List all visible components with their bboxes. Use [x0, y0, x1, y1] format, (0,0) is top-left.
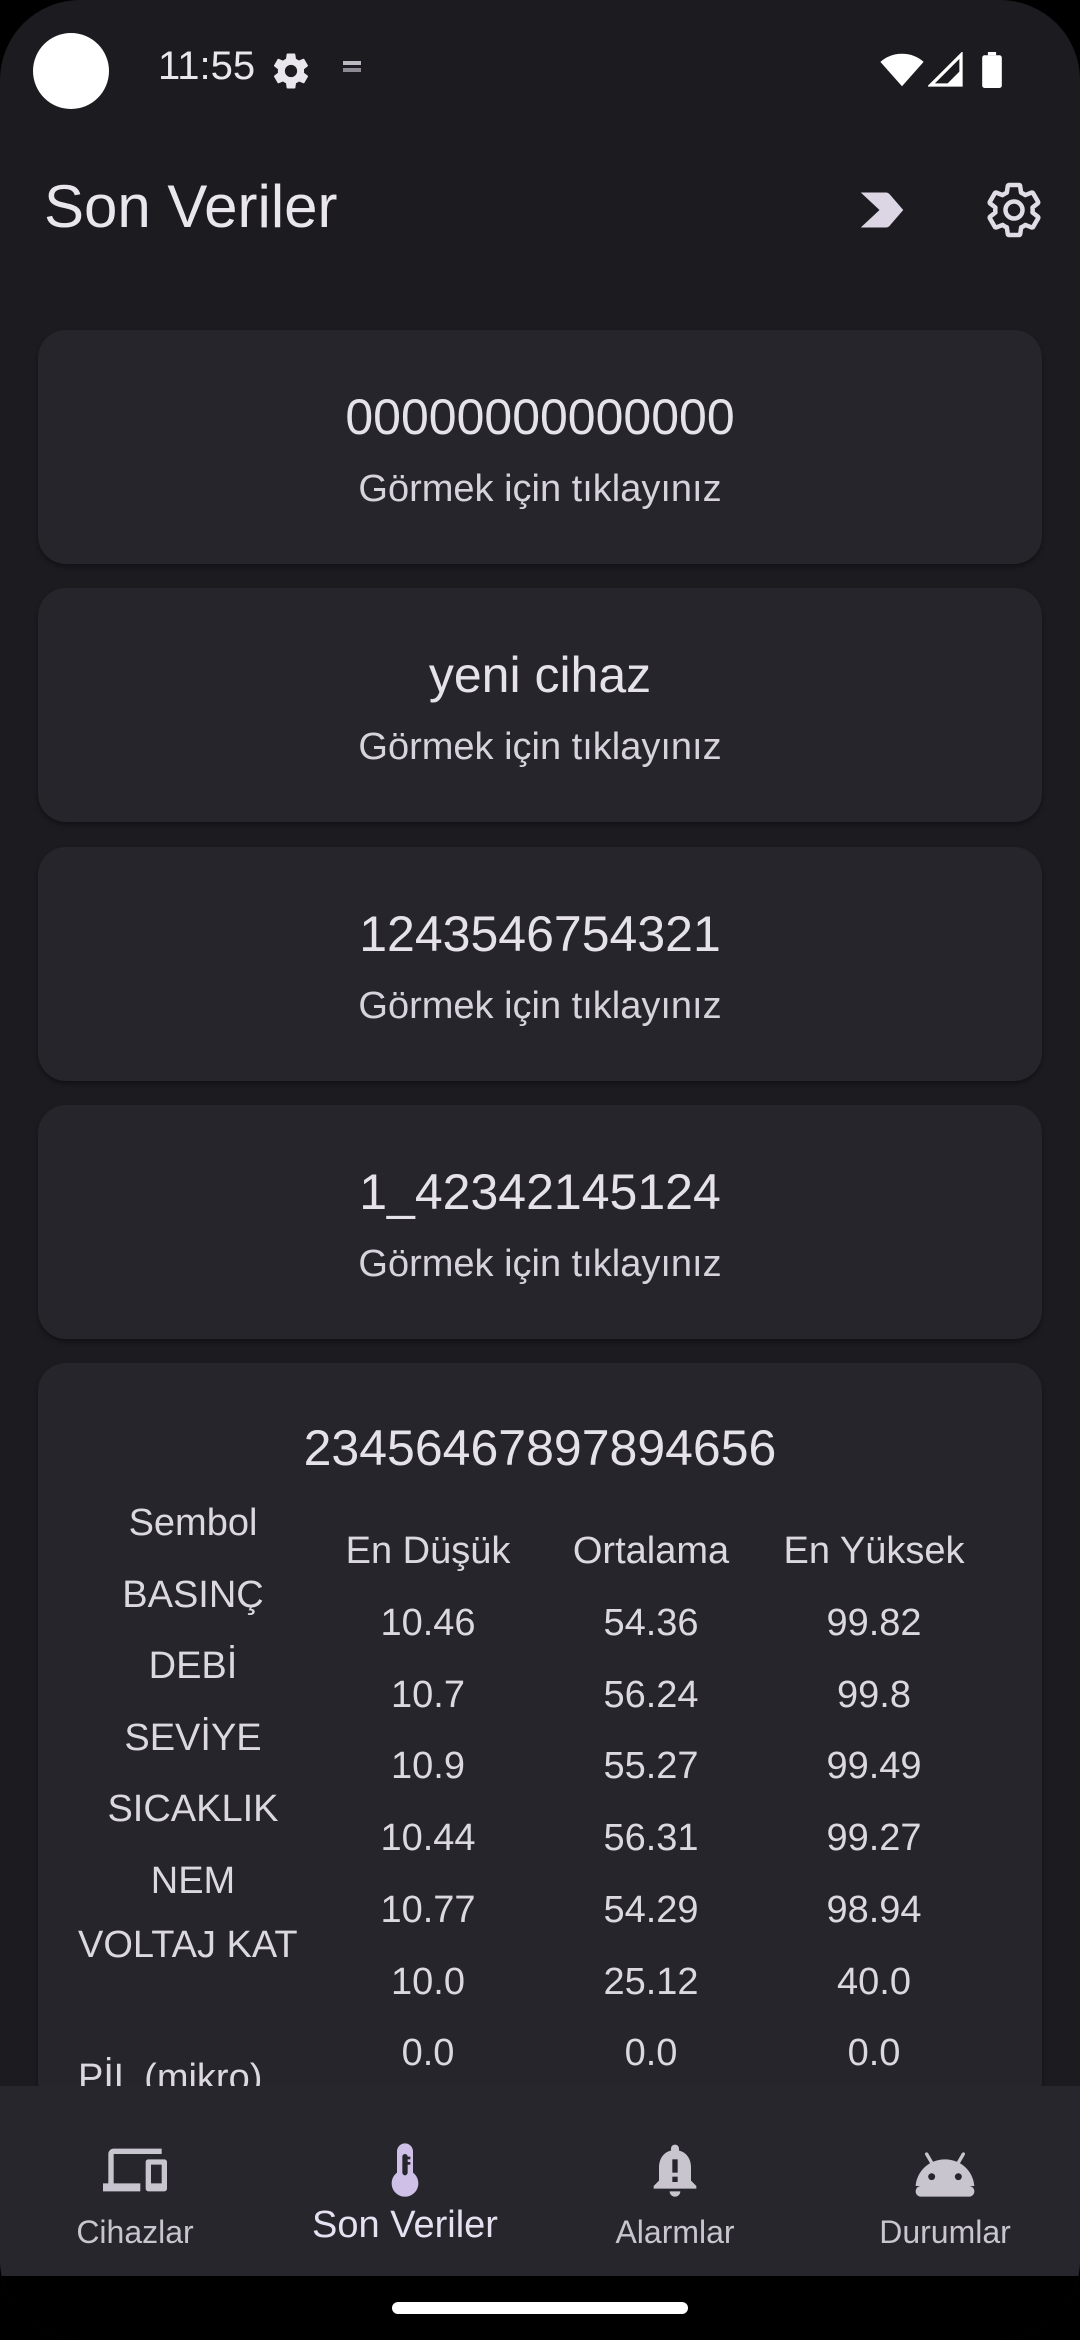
- device-name: 1243546754321: [359, 906, 721, 962]
- device-card[interactable]: yeni cihaz Görmek için tıklayınız: [38, 588, 1042, 822]
- nav-label: Son Veriler: [312, 2204, 498, 2246]
- device-name: 00000000000000: [345, 389, 735, 445]
- device-hint: Görmek için tıklayınız: [358, 985, 722, 1027]
- max-value: 99.82: [826, 1602, 922, 1644]
- avg-header: Ortalama: [572, 1530, 730, 1572]
- min-header: En Düşük: [345, 1530, 511, 1572]
- battery-icon: [982, 52, 1002, 88]
- page-title: Son Veriler: [44, 173, 338, 240]
- nav-item-durumlar[interactable]: Durumlar: [810, 2086, 1080, 2276]
- device-hint: Görmek için tıklayınız: [358, 726, 722, 768]
- max-value: 0.0: [847, 2032, 901, 2074]
- min-value: 0.0: [401, 2032, 455, 2074]
- cell-signal-icon: [928, 52, 963, 87]
- android-icon: [915, 2152, 975, 2197]
- symbol-header: Sembol: [128, 1502, 258, 1544]
- min-value: 10.0: [391, 1961, 465, 2003]
- device-name: 23456467897894656: [303, 1420, 777, 1476]
- device-hint: Görmek için tıklayınız: [358, 468, 722, 510]
- settings-gear-icon[interactable]: [984, 180, 1044, 240]
- device-card[interactable]: 1243546754321 Görmek için tıklayınız: [38, 847, 1042, 1081]
- max-value: 99.27: [826, 1817, 922, 1859]
- alarm-bell-icon: [653, 2144, 697, 2197]
- avg-value: 54.29: [603, 1889, 699, 1931]
- device-name: 1_42342145124: [359, 1164, 721, 1220]
- min-value: 10.46: [380, 1602, 476, 1644]
- nav-label: Cihazlar: [76, 2214, 194, 2250]
- nav-label: Durumlar: [879, 2214, 1011, 2250]
- wifi-icon: [880, 53, 924, 87]
- avg-value: 25.12: [603, 1961, 699, 2003]
- max-value: 98.94: [826, 1889, 922, 1931]
- phone-screen: 11:55 Son Veriler 00000000000000 Görmek …: [0, 0, 1080, 2340]
- symbol-cell: PİL (mikro): [78, 2057, 263, 2086]
- bottom-navigation: Cihazlar Son Veriler Alarmlar Durumlar: [0, 2086, 1080, 2276]
- avg-value: 56.24: [603, 1674, 699, 1716]
- min-value: 10.77: [380, 1889, 476, 1931]
- avg-value: 0.0: [624, 2032, 678, 2074]
- thermometer-icon: [391, 2143, 419, 2197]
- device-card[interactable]: 00000000000000 Görmek için tıklayınız: [38, 330, 1042, 564]
- max-header: En Yüksek: [783, 1530, 965, 1572]
- symbol-cell: BASINÇ: [122, 1574, 264, 1616]
- avg-value: 55.27: [603, 1745, 699, 1787]
- settings-notification-icon: [273, 53, 309, 89]
- nav-item-cihazlar[interactable]: Cihazlar: [0, 2086, 270, 2276]
- min-value: 10.9: [391, 1745, 465, 1787]
- device-hint: Görmek için tıklayınız: [358, 1243, 722, 1285]
- avg-value: 56.31: [603, 1817, 699, 1859]
- device-name: yeni cihaz: [428, 647, 652, 703]
- symbol-cell: DEBİ: [148, 1645, 238, 1687]
- devices-icon: [103, 2148, 167, 2192]
- device-card[interactable]: 1_42342145124 Görmek için tıklayınız: [38, 1105, 1042, 1339]
- status-bar: 11:55: [0, 0, 1080, 140]
- symbol-cell: NEM: [150, 1860, 236, 1902]
- symbol-cell: VOLTAJ KAT: [78, 1924, 298, 1966]
- min-value: 10.44: [380, 1817, 476, 1859]
- label-tag-icon[interactable]: [852, 180, 912, 240]
- symbol-cell: SICAKLIK: [107, 1788, 279, 1830]
- max-value: 99.8: [837, 1674, 911, 1716]
- device-list: 00000000000000 Görmek için tıklayınız ye…: [0, 320, 1080, 2086]
- nav-label: Alarmlar: [615, 2214, 735, 2250]
- notification-small-icon: [343, 61, 361, 72]
- avg-value: 54.36: [603, 1602, 699, 1644]
- nav-item-son-veriler[interactable]: Son Veriler: [270, 2086, 540, 2276]
- home-gesture-bar[interactable]: [392, 2302, 688, 2314]
- nav-item-alarmlar[interactable]: Alarmlar: [540, 2086, 810, 2276]
- max-value: 40.0: [837, 1961, 911, 2003]
- min-value: 10.7: [391, 1674, 465, 1716]
- camera-cutout: [33, 33, 109, 109]
- status-time: 11:55: [158, 44, 256, 88]
- symbol-cell: SEVİYE: [124, 1717, 262, 1759]
- max-value: 99.49: [826, 1745, 922, 1787]
